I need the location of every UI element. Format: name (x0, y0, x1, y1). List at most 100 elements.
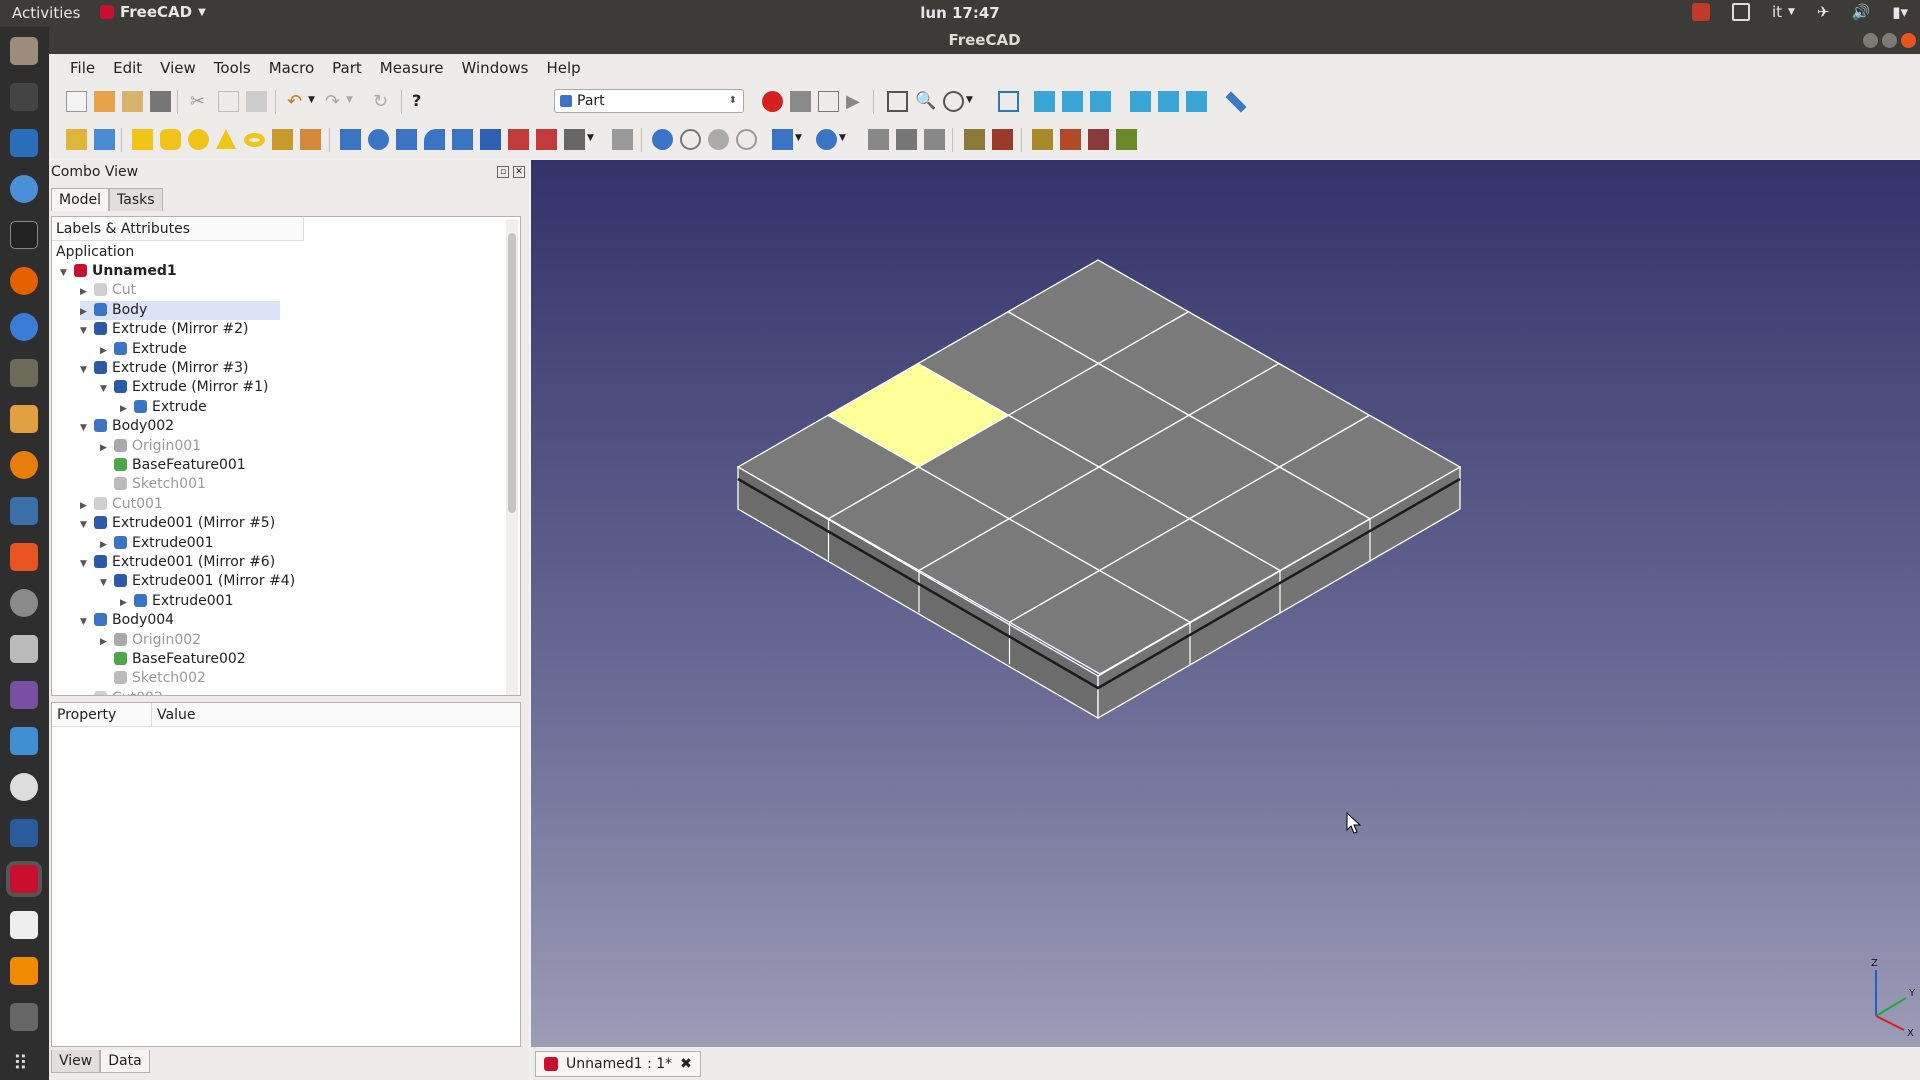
app-menu[interactable]: FreeCAD ▼ (100, 3, 206, 21)
common-icon[interactable] (736, 129, 757, 150)
expand-down-icon[interactable]: ▼ (80, 322, 94, 341)
tree-item[interactable]: ▼ Extrude001 (Mirror #6) (80, 553, 275, 572)
measure-linear-icon[interactable] (1032, 129, 1053, 150)
freecad-app-icon[interactable] (10, 865, 38, 893)
expand-down-icon[interactable]: ▼ (80, 516, 94, 535)
tree-item[interactable]: ▶ Cut (80, 281, 136, 300)
extrude-icon[interactable] (340, 129, 361, 150)
tree-item[interactable]: ▶ Cut002 (80, 689, 163, 696)
eye-app-icon[interactable] (10, 773, 38, 801)
ruled-surface-icon[interactable] (508, 129, 529, 150)
kdenlive-app-icon[interactable] (10, 681, 38, 709)
tree-item[interactable]: Sketch001 (100, 475, 206, 494)
expand-right-icon[interactable]: ▶ (80, 691, 94, 696)
tree-item[interactable]: ▶ Extrude001 (100, 534, 213, 553)
tree-column-header[interactable]: Labels & Attributes (52, 217, 304, 241)
property-column-header[interactable]: Property (52, 703, 152, 726)
redo-icon[interactable]: ↷ (325, 91, 346, 112)
menu-measure[interactable]: Measure (371, 59, 453, 77)
battery-icon[interactable]: ▮▾ (1892, 3, 1908, 21)
text-editor-app-icon[interactable] (10, 911, 38, 939)
expand-down-icon[interactable]: ▼ (60, 264, 74, 283)
sweep-dropdown-icon[interactable]: ▼ (587, 133, 597, 154)
tree-item[interactable]: Sketch002 (100, 669, 206, 688)
revolve-icon[interactable] (368, 129, 389, 150)
measure-distance-icon[interactable] (1225, 91, 1247, 113)
menu-view[interactable]: View (151, 59, 205, 77)
loft-icon[interactable] (536, 129, 557, 150)
plate-model[interactable] (736, 259, 1462, 720)
chromium-app-icon[interactable] (10, 175, 38, 203)
value-column-header[interactable]: Value (152, 703, 520, 726)
sphere-icon[interactable] (188, 129, 209, 150)
expand-down-icon[interactable]: ▼ (80, 555, 94, 574)
draw-style-dropdown-icon[interactable]: ▼ (966, 95, 976, 116)
tree-scrollbar-thumb[interactable] (508, 233, 516, 513)
clipboard-icon[interactable] (1731, 3, 1750, 21)
section-icon[interactable] (896, 129, 917, 150)
join-features-icon[interactable] (772, 129, 793, 150)
top-view-icon[interactable] (1062, 91, 1083, 112)
check-geometry-icon[interactable] (964, 129, 985, 150)
tab-model[interactable]: Model (51, 188, 110, 211)
close-button[interactable] (1901, 33, 1916, 48)
cylinder-icon[interactable] (160, 129, 181, 150)
cone-icon[interactable] (216, 129, 236, 149)
document-tab[interactable]: Unnamed1 : 1* ✖ (535, 1051, 701, 1077)
minimize-button[interactable] (1863, 33, 1878, 48)
menu-edit[interactable]: Edit (104, 59, 151, 77)
right-view-icon[interactable] (1090, 91, 1111, 112)
menu-help[interactable]: Help (537, 59, 589, 77)
tree-item[interactable]: ▼ Extrude (Mirror #1) (100, 378, 268, 397)
expand-right-icon[interactable]: ▶ (120, 400, 134, 419)
gimp-app-icon[interactable] (10, 359, 38, 387)
expand-down-icon[interactable]: ▼ (80, 613, 94, 632)
menu-part[interactable]: Part (323, 59, 371, 77)
undo-dropdown-icon[interactable]: ▼ (308, 95, 318, 116)
software-updater-icon[interactable] (10, 497, 38, 525)
paste-icon[interactable] (246, 91, 267, 112)
expand-right-icon[interactable]: ▶ (100, 342, 114, 361)
float-panel-button[interactable]: ▫ (497, 166, 509, 178)
tree-item[interactable]: BaseFeature002 (100, 650, 246, 669)
expand-right-icon[interactable]: ▶ (100, 439, 114, 458)
tree-item[interactable]: ▶ Extrude (120, 398, 207, 417)
tree-item[interactable]: BaseFeature001 (100, 456, 246, 475)
redo-dropdown-icon[interactable]: ▼ (346, 95, 356, 116)
tree-scrollbar[interactable] (506, 219, 518, 695)
chamfer-icon[interactable] (452, 129, 473, 150)
new-document-icon[interactable] (66, 91, 87, 112)
axonometric-view-icon[interactable] (998, 91, 1019, 112)
expand-down-icon[interactable]: ▼ (100, 574, 114, 593)
expand-down-icon[interactable]: ▼ (80, 419, 94, 438)
tree-item[interactable]: ▼ Extrude001 (Mirror #5) (80, 514, 275, 533)
expand-right-icon[interactable]: ▶ (80, 303, 94, 322)
expand-down-icon[interactable]: ▼ (80, 361, 94, 380)
camera-record-icon[interactable] (1691, 3, 1710, 21)
settings-app-icon[interactable] (10, 589, 38, 617)
expand-right-icon[interactable]: ▶ (100, 633, 114, 652)
files-app-icon[interactable] (10, 37, 38, 65)
fit-all-icon[interactable] (887, 91, 908, 112)
undo-icon[interactable]: ↶ (287, 91, 308, 112)
shape-builder-icon[interactable] (300, 129, 321, 150)
close-tab-icon[interactable]: ✖ (680, 1056, 692, 1072)
keyboard-layout[interactable]: it (1772, 3, 1782, 21)
writer-app-icon[interactable] (10, 129, 38, 157)
sweep-icon[interactable] (564, 129, 585, 150)
airplane-mode-icon[interactable]: ✈ (1817, 3, 1830, 21)
measure-refresh-icon[interactable] (1088, 129, 1109, 150)
primitives-icon[interactable] (272, 129, 293, 150)
ubuntu-software-icon[interactable] (10, 543, 38, 571)
cross-sections-icon[interactable] (924, 129, 945, 150)
tree-item[interactable]: ▶ Extrude (100, 340, 187, 359)
cut-boolean-icon[interactable] (680, 129, 701, 150)
draw-style-icon[interactable] (943, 91, 964, 112)
print-icon[interactable] (150, 91, 171, 112)
refresh-icon[interactable]: ↻ (373, 91, 394, 112)
tree-item[interactable]: ▶ Cut001 (80, 495, 163, 514)
draw-app-icon[interactable] (10, 405, 38, 433)
video-editor-app-icon[interactable] (10, 1003, 38, 1031)
create-group-icon[interactable] (94, 129, 115, 150)
copy-icon[interactable] (218, 91, 239, 112)
